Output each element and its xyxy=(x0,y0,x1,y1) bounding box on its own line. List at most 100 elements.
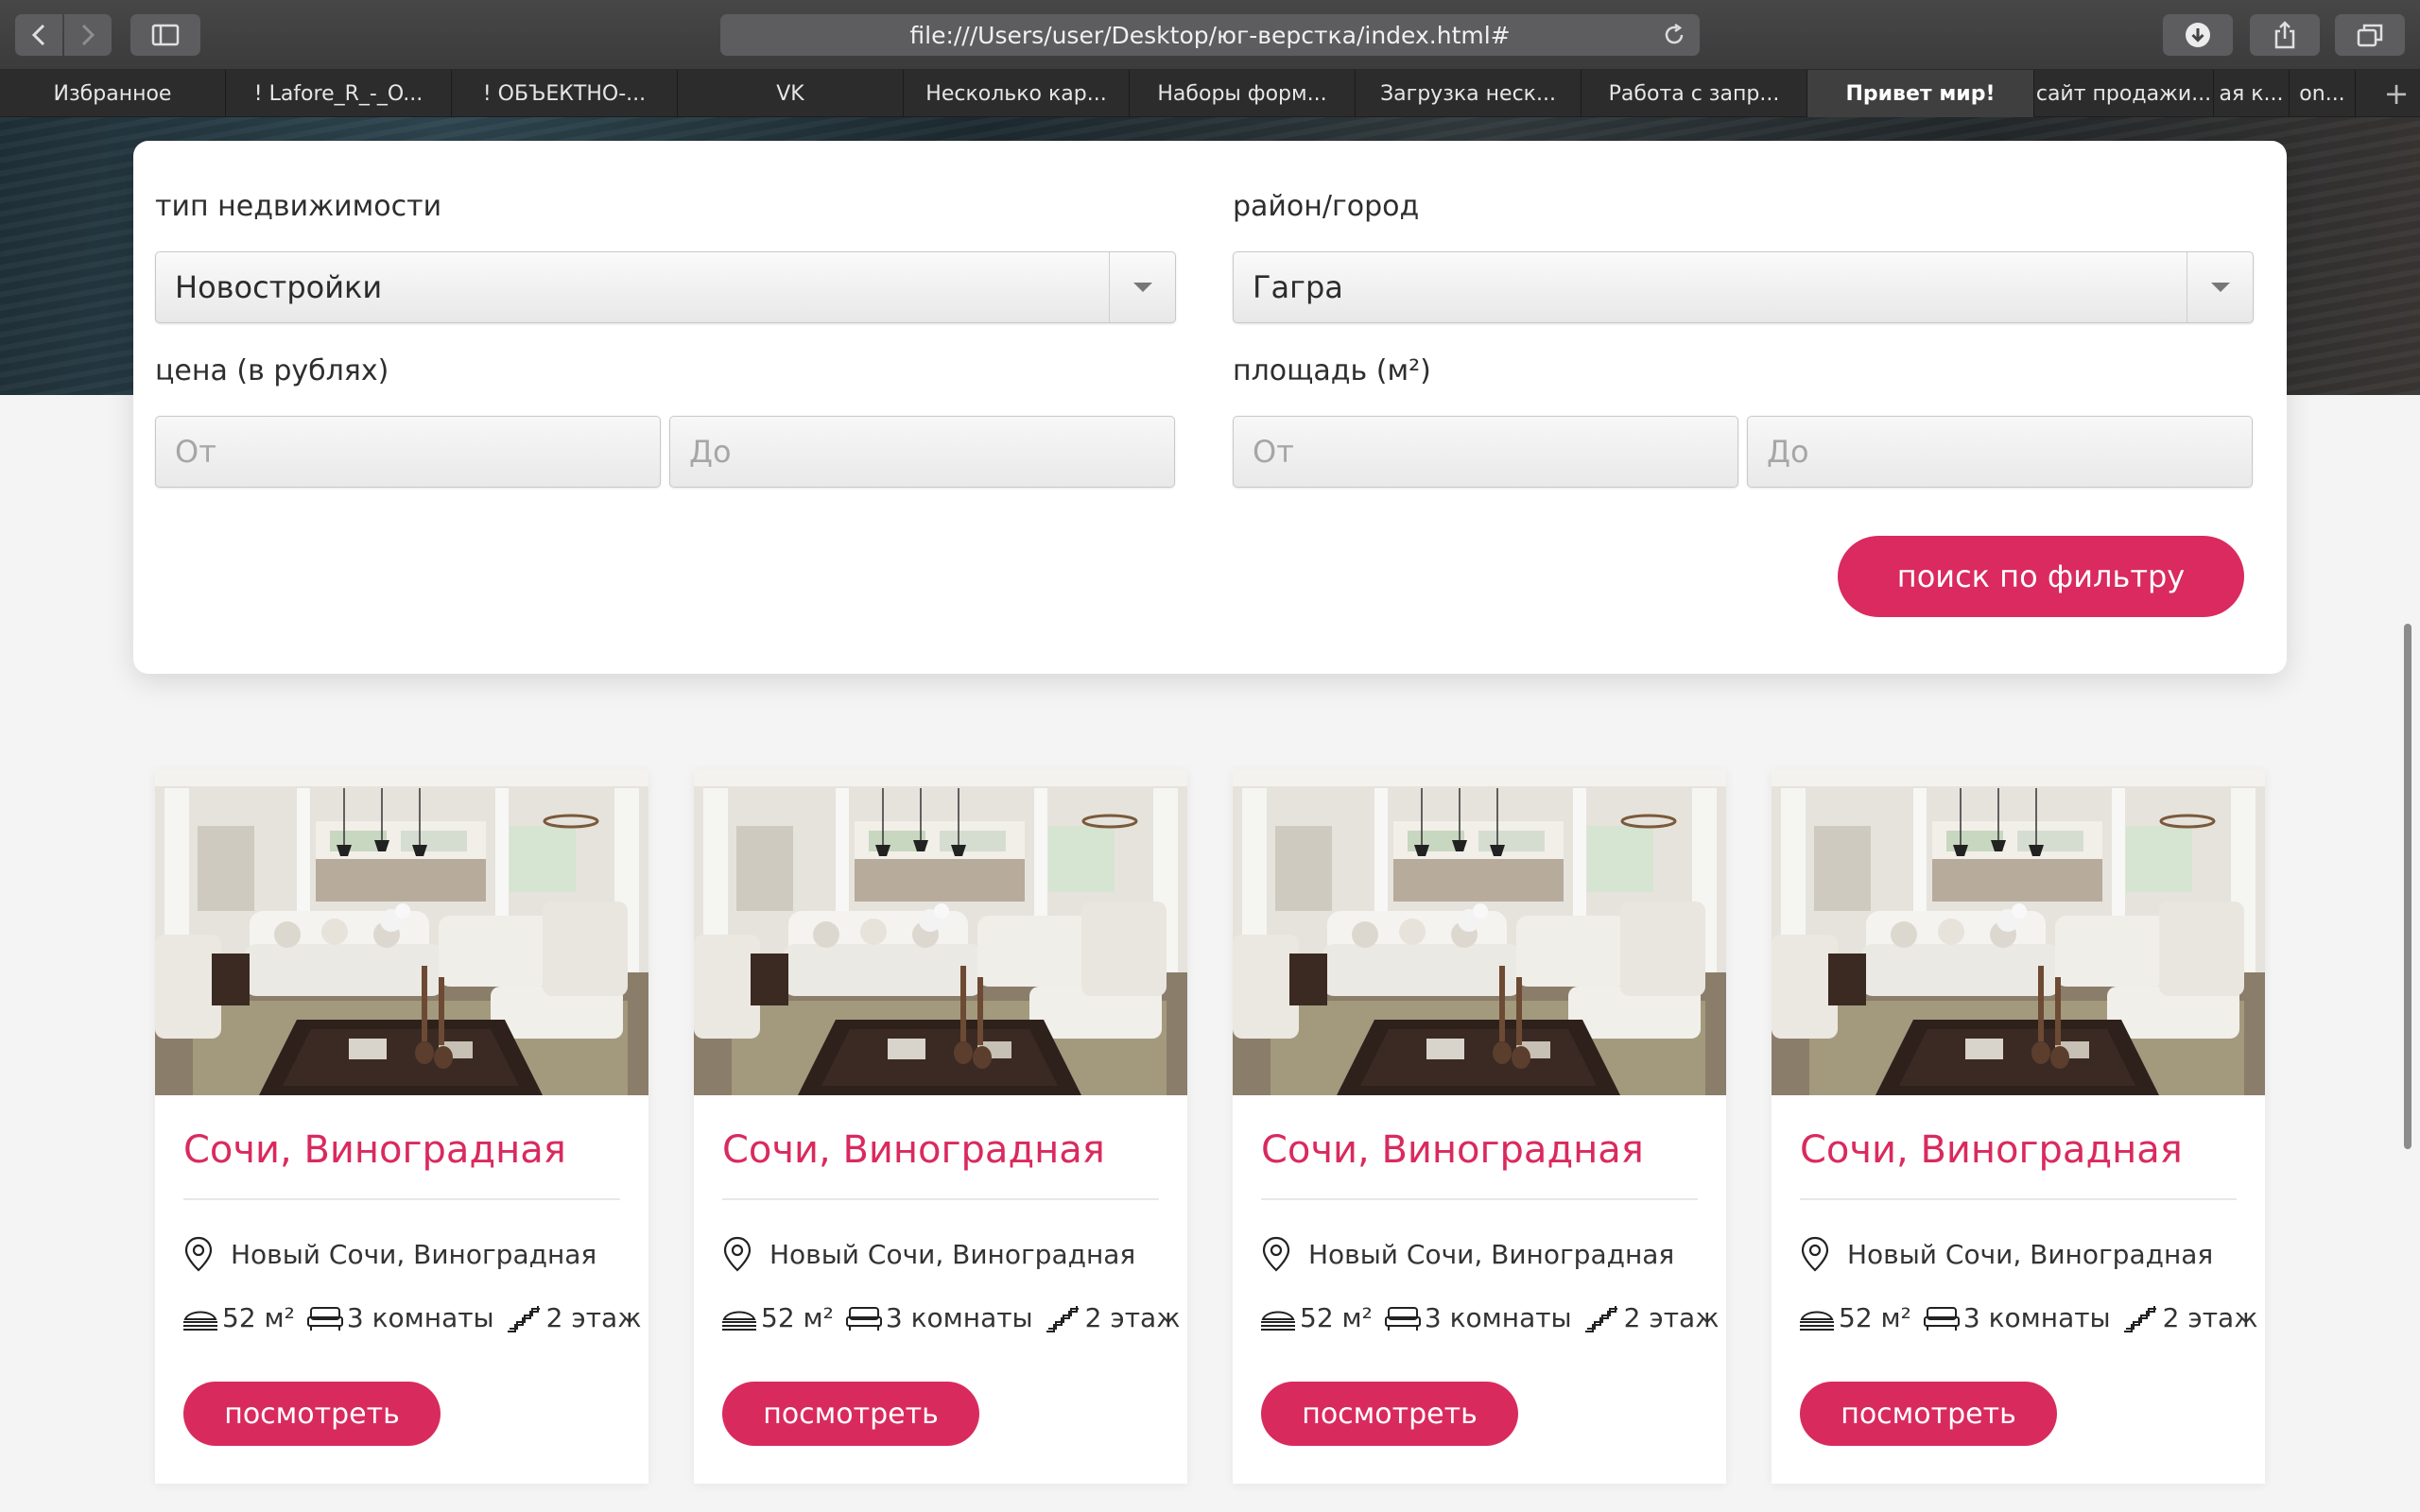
view-button[interactable]: посмотреть xyxy=(1800,1382,2057,1446)
tab-item[interactable]: Загрузка неск... xyxy=(1356,70,1582,117)
rooms-value: 3 комнаты xyxy=(885,1302,1033,1333)
tab-label: Работа с запр... xyxy=(1608,81,1780,106)
stairs-icon xyxy=(507,1305,540,1332)
bed-icon xyxy=(845,1306,882,1331)
area-from-placeholder: От xyxy=(1253,434,1294,470)
card-address: Новый Сочи, Виноградная xyxy=(722,1236,1135,1272)
card-address: Новый Сочи, Виноградная xyxy=(1800,1236,2213,1272)
property-card[interactable]: Сочи, Виноградная Новый Сочи, Виноградна… xyxy=(1772,769,2265,1484)
downloads-button[interactable] xyxy=(2163,14,2233,56)
forward-button[interactable] xyxy=(64,14,112,56)
tab-label: ая к... xyxy=(2219,81,2284,106)
area-label: площадь (м²) xyxy=(1233,354,1431,387)
tab-item[interactable]: VK xyxy=(678,70,904,117)
property-card[interactable]: Сочи, Виноградная Новый Сочи, Виноградна… xyxy=(694,769,1187,1484)
tab-item[interactable]: Наборы форм... xyxy=(1130,70,1356,117)
property-photo[interactable] xyxy=(1233,769,1726,1095)
bed-icon xyxy=(1923,1306,1960,1331)
chevron-right-icon xyxy=(81,24,95,46)
reload-icon[interactable] xyxy=(1662,23,1686,53)
rooms-value: 3 комнаты xyxy=(1962,1302,2111,1333)
view-button[interactable]: посмотреть xyxy=(183,1382,441,1446)
price-from-placeholder: От xyxy=(175,434,216,470)
location-pin-icon xyxy=(1801,1236,1829,1272)
tab-label: VK xyxy=(776,81,804,106)
floor-value: 2 этаж xyxy=(2162,1302,2258,1333)
page-scrollbar[interactable] xyxy=(2404,624,2411,1149)
browser-toolbar: file:///Users/user/Desktop/юг-верстка/in… xyxy=(0,0,2420,70)
property-type-label: тип недвижимости xyxy=(155,190,442,223)
living-room-image xyxy=(694,769,1187,1095)
property-card[interactable]: Сочи, Виноградная Новый Сочи, Виноградна… xyxy=(155,769,648,1484)
property-photo[interactable] xyxy=(1772,769,2265,1095)
tab-item[interactable]: ая к... xyxy=(2214,70,2290,117)
search-filter-button[interactable]: поиск по фильтру xyxy=(1838,536,2244,617)
location-pin-icon xyxy=(723,1236,752,1272)
view-button[interactable]: посмотреть xyxy=(722,1382,979,1446)
tab-label: Несколько кар... xyxy=(925,81,1107,106)
price-to-input[interactable]: До xyxy=(669,416,1175,488)
card-address-text: Новый Сочи, Виноградная xyxy=(231,1238,597,1270)
sidebar-toggle-button[interactable] xyxy=(130,14,200,56)
district-value: Гагра xyxy=(1253,269,1343,305)
area-value: 52 м² xyxy=(1839,1302,1911,1333)
chevron-down-icon xyxy=(2187,252,2253,322)
area-icon xyxy=(1800,1311,1834,1331)
card-title[interactable]: Сочи, Виноградная xyxy=(1800,1128,2183,1172)
show-tabs-button[interactable] xyxy=(2335,14,2405,56)
chevron-down-icon xyxy=(1109,252,1175,322)
download-icon xyxy=(2186,23,2210,47)
plus-icon: + xyxy=(2383,76,2410,112)
card-features: 52 м² 3 комнаты 2 этаж xyxy=(1798,1302,2269,1333)
address-bar[interactable]: file:///Users/user/Desktop/юг-верстка/in… xyxy=(720,14,1700,56)
property-photo[interactable] xyxy=(155,769,648,1095)
rooms-value: 3 комнаты xyxy=(346,1302,494,1333)
bed-icon xyxy=(1384,1306,1421,1331)
area-value: 52 м² xyxy=(222,1302,295,1333)
card-title[interactable]: Сочи, Виноградная xyxy=(1261,1128,1644,1172)
tab-item[interactable]: Работа с запр... xyxy=(1582,70,1807,117)
tab-item[interactable]: Несколько кар... xyxy=(904,70,1130,117)
back-button[interactable] xyxy=(15,14,62,56)
tab-item[interactable]: сайт продажи... xyxy=(2034,70,2214,117)
tab-label: сайт продажи... xyxy=(2035,81,2212,106)
card-address-text: Новый Сочи, Виноградная xyxy=(1847,1238,2214,1270)
area-value: 52 м² xyxy=(761,1302,834,1333)
property-type-select[interactable]: Новостройки xyxy=(155,251,1176,323)
share-button[interactable] xyxy=(2250,14,2320,56)
tab-label: Наборы форм... xyxy=(1157,81,1327,106)
card-divider xyxy=(722,1198,1159,1200)
tabs-overview-icon xyxy=(2357,24,2383,47)
property-photo[interactable] xyxy=(694,769,1187,1095)
bed-icon xyxy=(306,1306,343,1331)
area-icon xyxy=(722,1311,756,1331)
card-features: 52 м² 3 комнаты 2 этаж xyxy=(720,1302,1191,1333)
card-title[interactable]: Сочи, Виноградная xyxy=(183,1128,566,1172)
tab-active[interactable]: Привет мир! xyxy=(1807,70,2034,117)
living-room-image xyxy=(1772,769,2265,1095)
tab-favorites[interactable]: Избранное xyxy=(0,70,226,117)
area-from-input[interactable]: От xyxy=(1233,416,1738,488)
living-room-image xyxy=(1233,769,1726,1095)
location-pin-icon xyxy=(1262,1236,1290,1272)
card-address: Новый Сочи, Виноградная xyxy=(183,1236,596,1272)
tab-label: Привет мир! xyxy=(1845,81,1996,106)
property-card[interactable]: Сочи, Виноградная Новый Сочи, Виноградна… xyxy=(1233,769,1726,1484)
floor-value: 2 этаж xyxy=(1084,1302,1181,1333)
card-divider xyxy=(1261,1198,1698,1200)
new-tab-button[interactable]: + xyxy=(2373,70,2420,117)
price-to-placeholder: До xyxy=(689,434,732,470)
card-title[interactable]: Сочи, Виноградная xyxy=(722,1128,1105,1172)
district-select[interactable]: Гагра xyxy=(1233,251,2254,323)
stairs-icon xyxy=(1584,1305,1617,1332)
tab-item[interactable]: ! ОБЪЕКТНО-... xyxy=(452,70,678,117)
tab-item[interactable]: ! Lafore_R_-_O... xyxy=(226,70,452,117)
tab-item[interactable]: on... xyxy=(2290,70,2356,117)
price-from-input[interactable]: От xyxy=(155,416,661,488)
price-label: цена (в рублях) xyxy=(155,354,389,387)
area-to-input[interactable]: До xyxy=(1747,416,2253,488)
view-button[interactable]: посмотреть xyxy=(1261,1382,1518,1446)
share-icon xyxy=(2274,21,2295,49)
district-label: район/город xyxy=(1233,190,1420,223)
stairs-icon xyxy=(1046,1305,1079,1332)
